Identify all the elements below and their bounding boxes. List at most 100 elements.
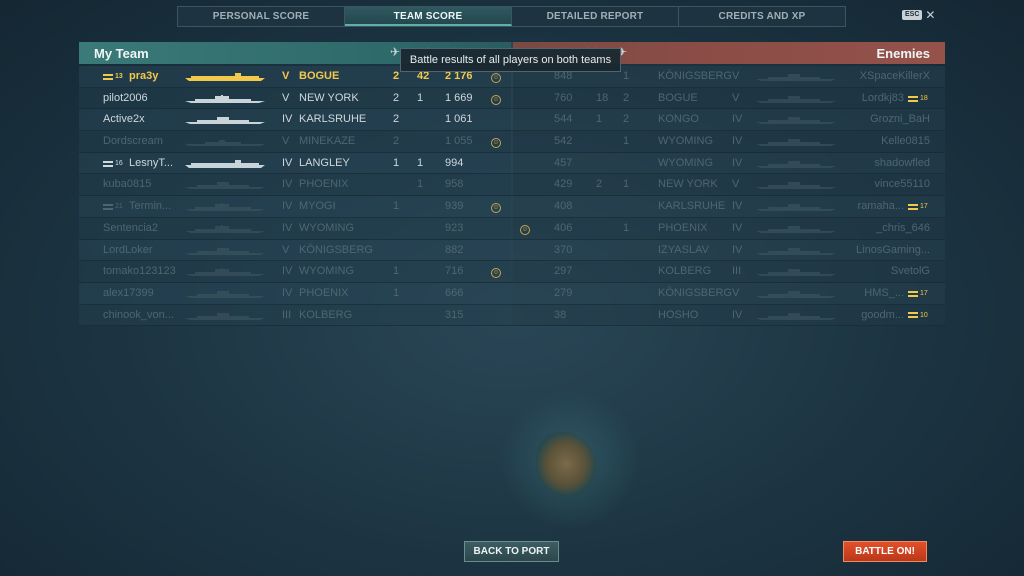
kills-count: 2 [393,70,400,82]
medal-wrap: ☺ [491,88,501,110]
player-name: Sentencia2 [103,221,159,234]
table-row[interactable]: pilot2006 V NEW YORK 2 1 1 669 ☺ [79,87,512,110]
ship-tier: IV [732,243,743,256]
table-row[interactable]: 544 1 2 KONGO IV Grozni_BaH [512,109,945,132]
ship-silhouette-icon [756,117,836,125]
ship-name: KOLBERG [658,265,712,278]
ship-silhouette-icon [185,247,265,255]
base-xp: 38 [554,308,567,321]
rank-wrap: 10 [908,305,928,328]
ship-name: KONGO [658,113,699,126]
ship-name: PHOENIX [658,221,708,234]
kills-count: 2 [623,91,630,104]
kills-count: 2 [623,113,630,126]
kills-count: 1 [393,265,400,278]
kills-count: 1 [623,70,630,82]
table-row[interactable]: 38 HOSHO IV goodm... 10 [512,304,945,328]
rank-badge: 21 [103,196,123,218]
ship-name: PHOENIX [299,286,349,299]
player-name: SvetolG [890,265,930,278]
table-row[interactable]: chinook_von... III KOLBERG 315 [79,304,512,327]
ship-tier: IV [732,135,743,148]
ship-tier: III [732,265,742,278]
close-icon[interactable]: ✕ [925,9,935,21]
ship-name: KOLBERG [299,308,353,321]
ship-tier: IV [282,265,293,278]
rank-wrap: 18 [908,88,928,111]
rank-badge: 16 [103,153,123,175]
ship-silhouette-icon [185,117,265,125]
ship-name: PHOENIX [299,178,349,191]
ship-silhouette-icon [756,139,836,147]
ship-tier: V [732,91,740,104]
table-row[interactable]: Active2x IV KARLSRUHE 2 1 061 [79,109,512,132]
ship-silhouette-icon [756,290,836,298]
ship-tier: IV [732,308,743,321]
table-row[interactable]: Dordscream V MINEKAZE 2 1 055 ☺ [79,131,512,153]
player-name: kuba0815 [103,178,152,191]
table-row[interactable]: ☺ 406 1 PHOENIX IV _chris_646 [512,217,945,240]
tab-personal-score[interactable]: PERSONAL SCORE [178,7,345,26]
kills-count: 1 [623,178,630,191]
table-row[interactable]: tomako123123 IV WYOMING 1 716 ☺ [79,261,512,283]
table-row[interactable]: 760 18 2 BOGUE V Lordkj83 18 [512,87,945,111]
ship-tier: V [732,178,740,191]
table-row[interactable]: 408 KARLSRUHE IV ramaha... 17 [512,196,945,218]
ship-name: NEW YORK [658,178,718,191]
table-row[interactable]: 297 KOLBERG III SvetolG [512,261,945,283]
ship-name: WYOMING [299,265,354,278]
table-row[interactable]: 429 2 1 NEW YORK Vvince55110 [512,174,945,197]
ship-tier: V [282,91,290,104]
ship-silhouette-icon [185,224,265,233]
ship-silhouette-icon [185,159,265,168]
table-row[interactable]: 279 KÖNIGSBERG V HMS_... 17 [512,282,945,305]
tab-detailed-report[interactable]: DETAILED REPORT [512,7,679,26]
table-row[interactable]: Sentencia2 IV WYOMING 923 [79,217,512,240]
medal-icon: ☺ [491,73,501,83]
table-row[interactable]: 370 IZYASLAV IV LinosGaming... [512,239,945,262]
table-row[interactable]: kuba0815 IV PHOENIX 1 958 [79,174,512,197]
my-team-table: 13 pra3y V BOGUE 2 42 2 176 ☺ pilot2006 V NEW YORK… [79,66,512,327]
base-xp: 406 [554,221,573,234]
planes-count: 1 [417,91,424,104]
base-xp: 279 [554,286,573,299]
tooltip: Battle results of all players on both te… [400,48,621,72]
back-to-port-button[interactable]: BACK TO PORT [464,541,559,562]
base-xp: 994 [445,156,464,169]
table-row[interactable]: alex17399 IV PHOENIX 1 666 [79,282,512,305]
ship-name: KÖNIGSBERG [658,286,732,299]
base-xp: 760 [554,91,573,104]
player-name: pilot2006 [103,91,148,104]
rank-badge: 18 [908,88,928,110]
close-button[interactable]: ESC ✕ [902,9,935,21]
base-xp: 958 [445,178,464,191]
ship-tier: IV [732,156,743,169]
tab-team-score[interactable]: TEAM SCORE [345,7,512,26]
player-name: goodm... [861,308,904,321]
base-xp: 542 [554,135,573,148]
battle-on-button[interactable]: BATTLE ON! [843,541,927,562]
enemies-title: Enemies [876,46,930,61]
ship-tier: V [282,135,290,148]
table-row[interactable]: 542 1 WYOMING IV Kelle0815 [512,131,945,153]
base-xp: 923 [445,221,464,234]
player-name: Kelle0815 [881,135,930,148]
ship-silhouette-icon [756,74,836,81]
ship-name: IZYASLAV [658,243,709,256]
ship-name: WYOMING [658,135,713,148]
player-name: Termin... [129,200,172,213]
kills-count: 1 [623,221,630,234]
base-xp: 716 [445,265,464,278]
tab-credits-and-xp[interactable]: CREDITS AND XP [679,7,845,26]
table-row[interactable]: 457 WYOMING IV shadowfled [512,152,945,175]
ship-tier: III [282,308,292,321]
table-row[interactable]: LordLoker V KÖNIGSBERG 882 [79,239,512,262]
medal-wrap: ☺ [491,261,501,283]
kills-count: 1 [393,286,400,299]
ship-tier: IV [282,113,293,126]
table-row[interactable]: 21 Termin... IV MYOGI 1 939 ☺ [79,196,512,218]
ship-silhouette-icon [756,182,836,190]
medal-icon: ☺ [491,203,501,214]
base-xp: 457 [554,156,573,169]
table-row[interactable]: 16 LesnyT... IV LANGLEY 1 1 994 [79,152,512,175]
